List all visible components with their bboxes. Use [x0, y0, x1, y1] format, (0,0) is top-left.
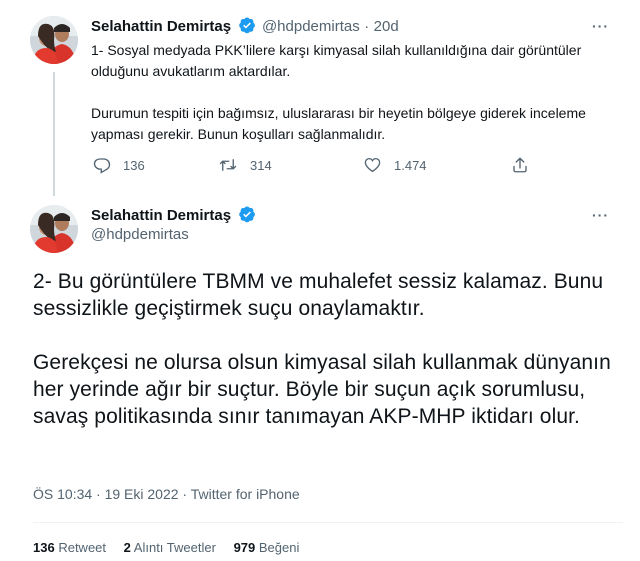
- like-button[interactable]: 1.474: [363, 156, 427, 174]
- retweet-button[interactable]: 314: [218, 156, 272, 174]
- tweet-timestamp-source[interactable]: ÖS 10:34 · 19 Eki 2022 · Twitter for iPh…: [33, 486, 300, 502]
- likes-label: Beğeni: [258, 540, 300, 555]
- author-handle[interactable]: @hdpdemirtas: [91, 226, 189, 243]
- quotes-stat[interactable]: 2 Alıntı Tweetler: [124, 540, 216, 555]
- avatar[interactable]: [30, 205, 78, 253]
- divider: [33, 522, 623, 523]
- quotes-count: 2: [123, 540, 131, 555]
- verified-badge-icon: [238, 205, 256, 228]
- tweet-header: Selahattin Demirtaş @hdpdemirtas · 20d: [91, 16, 399, 39]
- tweet-paragraph: 1- Sosyal medyada PKK’lilere karşı kimya…: [91, 42, 582, 79]
- more-options-icon[interactable]: ···: [592, 207, 609, 223]
- tweet-header: Selahattin Demirtaş: [91, 205, 258, 228]
- likes-stat[interactable]: 979 Beğeni: [234, 540, 300, 555]
- separator-dot: ·: [364, 18, 370, 35]
- heart-icon: [364, 157, 381, 173]
- tweet-text: 2- Bu görüntülere TBMM ve muhalefet sess…: [33, 268, 623, 430]
- like-count: 1.474: [394, 157, 427, 173]
- tweet-paragraph: 2- Bu görüntülere TBMM ve muhalefet sess…: [33, 270, 604, 320]
- engagement-stats: 136 Retweet 2 Alıntı Tweetler 979 Beğeni: [33, 540, 313, 555]
- reply-count: 136: [123, 157, 145, 173]
- retweets-label: Retweet: [58, 540, 107, 555]
- tweet-text: 1- Sosyal medyada PKK’lilere karşı kimya…: [91, 40, 611, 145]
- tweet-actions: 136 314 1.474: [91, 156, 541, 178]
- author-name[interactable]: Selahattin Demirtaş: [91, 207, 231, 224]
- tweet-paragraph: Durumun tespiti için bağımsız, uluslarar…: [91, 105, 586, 142]
- more-options-icon[interactable]: ···: [592, 18, 609, 34]
- retweets-count: 136: [33, 540, 55, 555]
- quotes-label: Alıntı Tweetler: [133, 540, 216, 555]
- tweet-time[interactable]: 20d: [374, 18, 399, 35]
- verified-badge-icon: [238, 16, 256, 39]
- likes-count: 979: [233, 540, 256, 555]
- author-handle[interactable]: @hdpdemirtas: [262, 18, 360, 35]
- tweet-paragraph: Gerekçesi ne olursa olsun kimyasal silah…: [33, 351, 611, 428]
- share-button[interactable]: [511, 156, 541, 174]
- retweet-icon: [219, 159, 237, 171]
- avatar[interactable]: [30, 16, 78, 64]
- retweets-stat[interactable]: 136 Retweet: [33, 540, 106, 555]
- retweet-count: 314: [250, 157, 272, 173]
- thread-connector-line: [53, 72, 55, 196]
- reply-icon: [93, 158, 111, 174]
- reply-button[interactable]: 136: [93, 156, 145, 174]
- share-icon: [513, 157, 527, 173]
- author-name[interactable]: Selahattin Demirtaş: [91, 18, 231, 35]
